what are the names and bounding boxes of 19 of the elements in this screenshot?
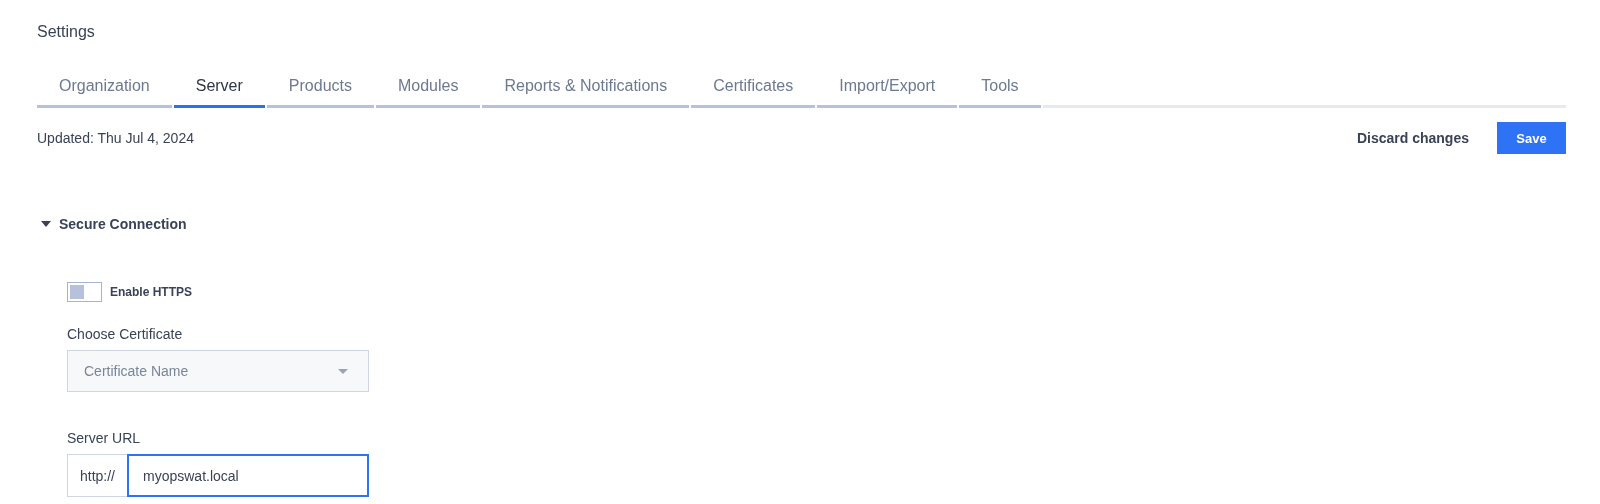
field-label: Choose Certificate [67, 326, 184, 342]
toggle-label: Enable HTTPS [110, 285, 192, 299]
tab[interactable]: Organization [37, 74, 172, 108]
tab[interactable]: Modules [376, 74, 481, 108]
tab[interactable]: Products [266, 74, 374, 108]
section-title[interactable]: Secure Connection [59, 216, 187, 232]
url-input[interactable]: myopswat.local [127, 454, 369, 497]
field-label: Server URL [67, 430, 142, 446]
caret-icon[interactable] [41, 221, 51, 227]
toggle-switch[interactable] [67, 282, 102, 302]
page-title: Settings [37, 22, 96, 42]
tab[interactable]: Tools [959, 74, 1041, 108]
tab[interactable]: Import/Export [817, 74, 958, 108]
updated-date: Updated: Thu Jul 4, 2024 [37, 130, 194, 146]
tab[interactable]: Server [173, 74, 265, 108]
save-button[interactable]: Save [1497, 122, 1566, 154]
tab[interactable]: Reports & Notifications [482, 74, 690, 108]
discard-button[interactable]: Discard changes [1352, 126, 1473, 150]
tab[interactable]: Certificates [691, 74, 816, 108]
